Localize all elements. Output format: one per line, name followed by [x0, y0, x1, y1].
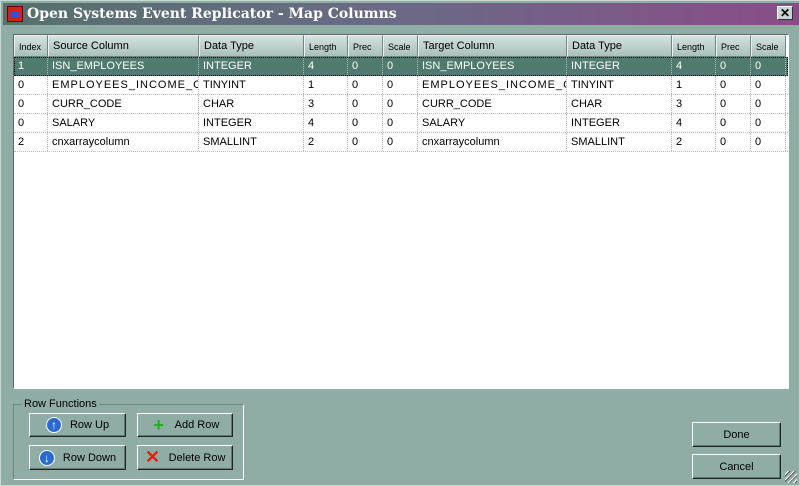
- table-cell: 0: [348, 76, 383, 94]
- column-mapping-grid[interactable]: Index Source Column Data Type Length Prec Sca…: [13, 34, 789, 389]
- table-cell: 0: [751, 114, 786, 132]
- done-button[interactable]: Done: [692, 422, 781, 447]
- table-cell: CURR_CODE: [418, 95, 567, 113]
- table-cell: 4: [304, 114, 348, 132]
- window-title: Open Systems Event Replicator - Map Colu…: [27, 6, 397, 22]
- arrow-up-icon: ↑: [45, 417, 62, 433]
- table-row[interactable]: 0 CURR_CODE CHAR 3 0 0 CURR_CODE CHAR 3 0 0: [14, 95, 788, 114]
- table-cell: ISN_EMPLOYEES: [418, 57, 567, 75]
- table-cell: 2: [672, 133, 716, 151]
- row-down-label: Row Down: [62, 451, 117, 464]
- table-cell: 0: [14, 76, 48, 94]
- table-cell: INTEGER: [199, 57, 304, 75]
- table-row[interactable]: 0 SALARY INTEGER 4 0 0 SALARY INTEGER 4 0 0: [14, 114, 788, 133]
- table-cell: 0: [348, 133, 383, 151]
- table-cell: INTEGER: [567, 57, 672, 75]
- row-up-button[interactable]: ↑ Row Up: [29, 413, 126, 437]
- table-cell: TINYINT: [199, 76, 304, 94]
- title-bar: Open Systems Event Replicator - Map Colu…: [3, 3, 799, 25]
- table-cell: EMPLOYEES_INCOME_C...: [48, 76, 199, 94]
- plus-icon: +: [153, 414, 164, 435]
- table-cell: 0: [383, 57, 418, 75]
- table-cell: 3: [304, 95, 348, 113]
- delete-row-button[interactable]: ✕ Delete Row: [137, 445, 233, 470]
- table-cell: 1: [14, 57, 48, 75]
- column-header[interactable]: Data Type: [199, 35, 304, 57]
- row-down-button[interactable]: ↓ Row Down: [29, 445, 126, 470]
- column-header[interactable]: Prec: [716, 35, 751, 57]
- table-cell: CHAR: [567, 95, 672, 113]
- table-cell: SMALLINT: [567, 133, 672, 151]
- add-row-button[interactable]: + Add Row: [137, 413, 233, 437]
- table-cell: 0: [14, 114, 48, 132]
- table-cell: 1: [672, 76, 716, 94]
- table-cell: 4: [672, 57, 716, 75]
- table-cell: 0: [14, 95, 48, 113]
- table-cell: SALARY: [418, 114, 567, 132]
- table-cell: 0: [716, 57, 751, 75]
- table-cell: INTEGER: [567, 114, 672, 132]
- table-cell: 4: [304, 57, 348, 75]
- table-cell: EMPLOYEES_INCOME_C...: [418, 76, 567, 94]
- table-cell: 0: [348, 114, 383, 132]
- table-cell: 2: [14, 133, 48, 151]
- close-button[interactable]: ✕: [777, 6, 793, 20]
- row-up-label: Row Up: [69, 419, 110, 431]
- column-header[interactable]: Source Column: [48, 35, 199, 57]
- delete-row-label: Delete Row: [168, 451, 226, 464]
- table-cell: 4: [672, 114, 716, 132]
- column-header[interactable]: Scale: [751, 35, 786, 57]
- table-cell: CHAR: [199, 95, 304, 113]
- table-cell: ISN_EMPLOYEES: [48, 57, 199, 75]
- table-cell: 0: [383, 95, 418, 113]
- grid-header: Index Source Column Data Type Length Prec Sca…: [14, 35, 788, 57]
- delete-x-icon: ✕: [145, 447, 161, 467]
- table-cell: cnxarraycolumn: [418, 133, 567, 151]
- table-row[interactable]: 2 cnxarraycolumn SMALLINT 2 0 0 cnxarraycolumn…: [14, 133, 788, 152]
- table-row[interactable]: 1 ISN_EMPLOYEES INTEGER 4 0 0 ISN_EMPLOYEES INT…: [14, 57, 788, 76]
- column-header[interactable]: Scale: [383, 35, 418, 57]
- table-cell: SMALLINT: [199, 133, 304, 151]
- column-header[interactable]: Target Column: [418, 35, 567, 57]
- resize-grip[interactable]: [785, 471, 797, 483]
- column-header[interactable]: Length: [672, 35, 716, 57]
- table-cell: 0: [383, 76, 418, 94]
- table-cell: 0: [383, 133, 418, 151]
- column-header[interactable]: Data Type: [567, 35, 672, 57]
- table-cell: 0: [751, 76, 786, 94]
- cancel-button[interactable]: Cancel: [692, 454, 781, 479]
- app-icon: [7, 6, 23, 22]
- table-cell: 0: [716, 133, 751, 151]
- table-cell: 2: [304, 133, 348, 151]
- table-cell: 1: [304, 76, 348, 94]
- table-cell: 0: [383, 114, 418, 132]
- column-header[interactable]: Length: [304, 35, 348, 57]
- table-cell: 0: [716, 114, 751, 132]
- column-header[interactable]: Prec: [348, 35, 383, 57]
- table-cell: TINYINT: [567, 76, 672, 94]
- table-cell: CURR_CODE: [48, 95, 199, 113]
- arrow-down-icon: ↓: [38, 449, 55, 466]
- table-cell: 0: [716, 76, 751, 94]
- row-functions-label: Row Functions: [22, 398, 99, 410]
- table-cell: INTEGER: [199, 114, 304, 132]
- add-row-label: Add Row: [174, 419, 220, 431]
- column-header[interactable]: Index: [14, 35, 48, 57]
- table-cell: 0: [348, 95, 383, 113]
- table-row[interactable]: 0 EMPLOYEES_INCOME_C... TINYINT 1 0 0 EMPLOYEE…: [14, 76, 788, 95]
- table-cell: 0: [348, 57, 383, 75]
- table-cell: 0: [751, 133, 786, 151]
- grid-body: 1 ISN_EMPLOYEES INTEGER 4 0 0 ISN_EMPLOYEES INT…: [14, 57, 788, 152]
- table-cell: 0: [751, 57, 786, 75]
- table-cell: 0: [751, 95, 786, 113]
- table-cell: 0: [716, 95, 751, 113]
- table-cell: SALARY: [48, 114, 199, 132]
- table-cell: 3: [672, 95, 716, 113]
- table-cell: cnxarraycolumn: [48, 133, 199, 151]
